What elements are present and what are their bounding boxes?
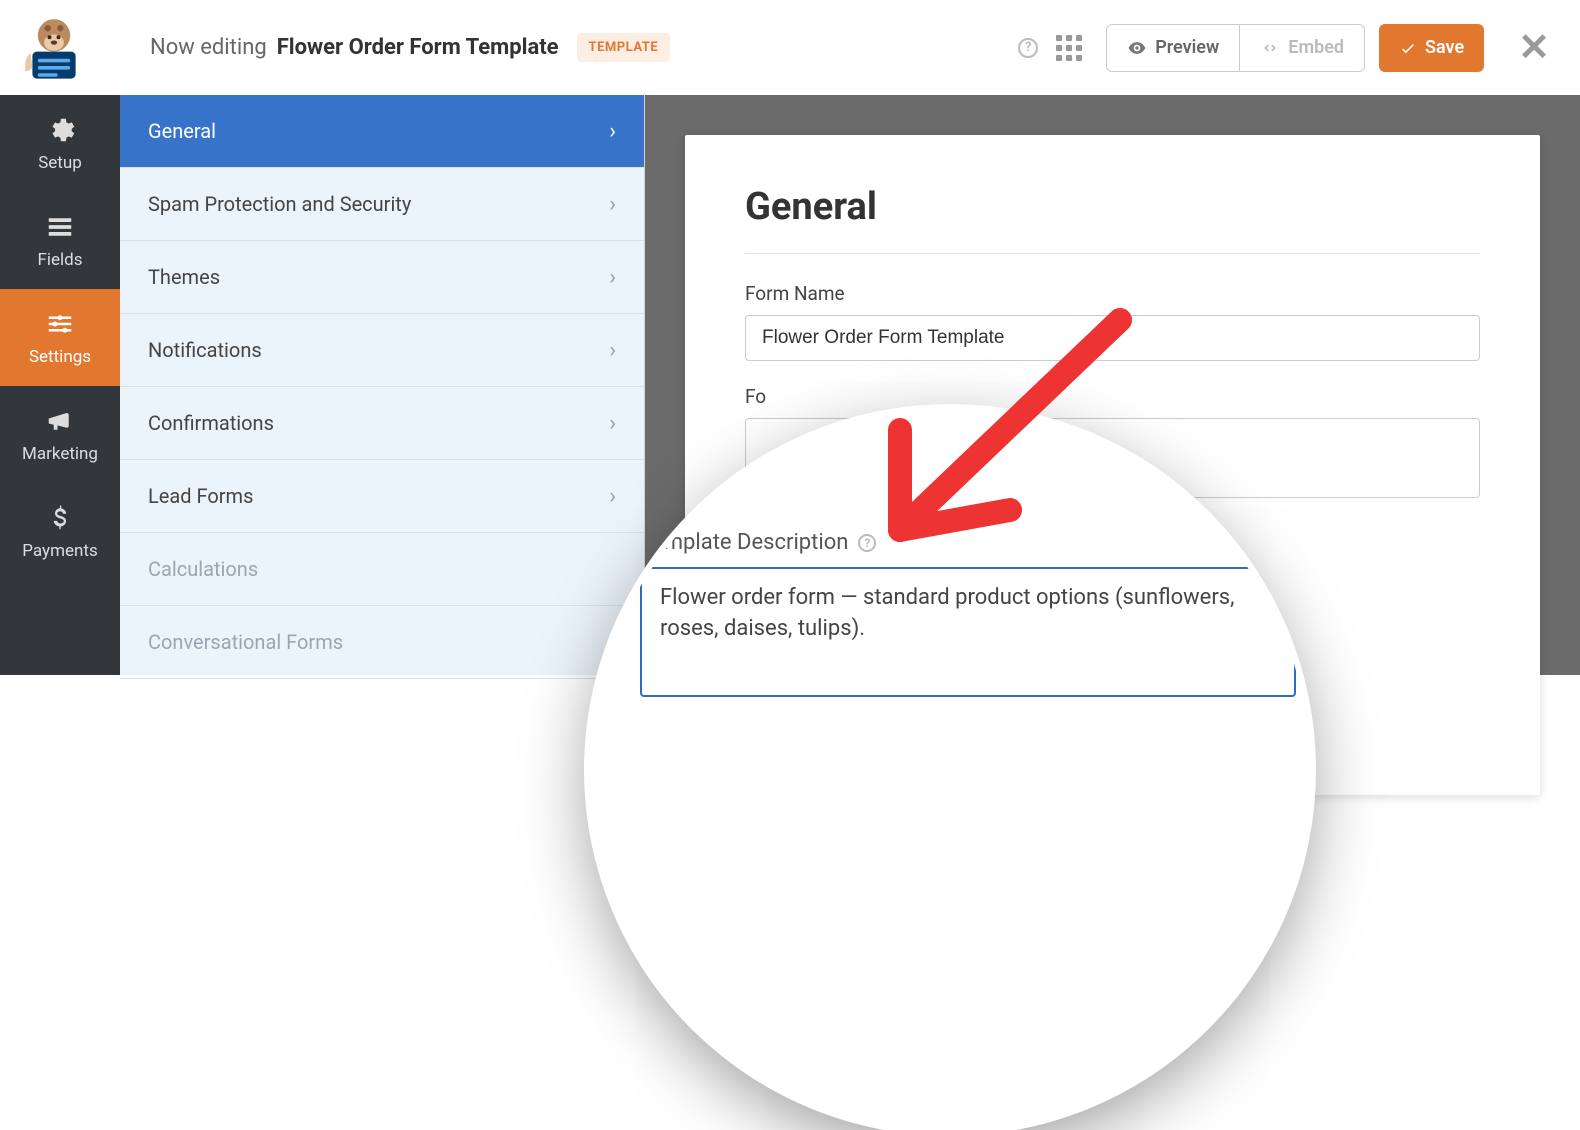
settings-panel: General› Spam Protection and Security› T… [120,95,645,675]
magnifier-lens: Template Description ? Flower order form… [590,410,1310,1130]
bullhorn-icon [45,406,75,436]
panel-item-themes[interactable]: Themes› [120,241,644,314]
embed-button[interactable]: Embed [1240,24,1365,72]
left-rail: Setup Fields Settings Marketing Payments [0,95,120,675]
template-badge: TEMPLATE [577,33,671,62]
panel-item-lead-forms[interactable]: Lead Forms› [120,460,644,533]
rail-item-payments[interactable]: Payments [0,483,120,580]
rail-item-marketing[interactable]: Marketing [0,386,120,483]
preview-embed-group: Preview Embed [1106,24,1365,72]
help-icon[interactable]: ? [858,534,876,552]
save-button[interactable]: Save [1379,24,1484,72]
panel-item-calculations: Calculations [120,533,644,606]
close-icon[interactable]: ✕ [1518,25,1550,70]
apps-grid-icon[interactable] [1056,35,1082,61]
page-heading: General [745,185,1480,229]
check-icon [1399,39,1417,57]
list-icon [45,212,75,242]
rail-item-fields[interactable]: Fields [0,192,120,289]
code-icon [1260,38,1280,58]
template-description-input[interactable]: Flower order form — standard product opt… [640,567,1296,697]
preview-button[interactable]: Preview [1106,24,1240,72]
form-name-label: Form Name [745,282,1480,305]
form-title: Flower Order Form Template [277,35,559,60]
now-editing-label: Now editing [150,35,267,60]
panel-item-conversational: Conversational Forms [120,606,644,679]
dollar-icon [45,503,75,533]
form-name-input[interactable] [745,315,1480,361]
panel-item-notifications[interactable]: Notifications› [120,314,644,387]
template-description-label: Template Description ? [640,530,1260,555]
panel-item-spam[interactable]: Spam Protection and Security› [120,168,644,241]
chevron-right-icon: › [609,338,616,363]
chevron-right-icon: › [609,119,616,144]
panel-item-confirmations[interactable]: Confirmations› [120,387,644,460]
wpforms-logo-icon [18,12,90,84]
top-bar: Now editing Flower Order Form Template T… [0,0,1580,95]
chevron-right-icon: › [609,265,616,290]
form-desc-label: Fo [745,385,1480,408]
help-icon[interactable]: ? [1018,38,1038,58]
panel-item-general[interactable]: General› [120,95,644,168]
rail-item-settings[interactable]: Settings [0,289,120,386]
gear-icon [45,115,75,145]
rail-item-setup[interactable]: Setup [0,95,120,192]
eye-icon [1127,38,1147,58]
sliders-icon [45,309,75,339]
chevron-right-icon: › [609,192,616,217]
